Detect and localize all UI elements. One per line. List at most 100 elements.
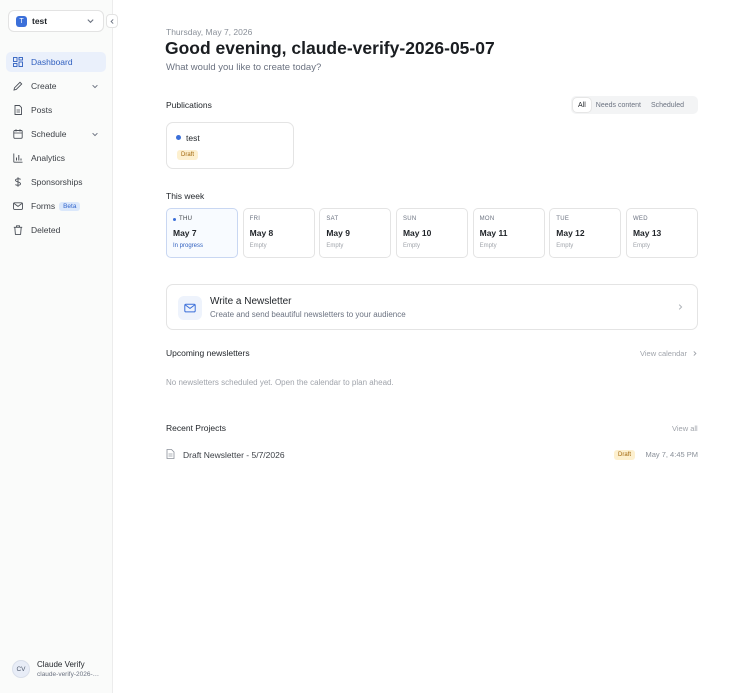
project-row[interactable]: Draft Newsletter - 5/7/2026 Draft May 7,… xyxy=(166,447,698,463)
view-calendar-label: View calendar xyxy=(640,349,687,358)
collapse-sidebar-button[interactable] xyxy=(106,14,118,28)
status-badge: Draft xyxy=(614,450,636,460)
sidebar-item-schedule[interactable]: Schedule xyxy=(6,124,106,144)
bar-chart-icon xyxy=(13,153,23,163)
chevron-down-icon xyxy=(92,132,98,137)
day-date: May 12 xyxy=(556,228,585,238)
filter-scheduled[interactable]: Scheduled xyxy=(646,98,689,112)
day-status: In progress xyxy=(173,243,204,249)
day-card[interactable]: TUE May 12 Empty xyxy=(549,208,622,258)
day-name: MON xyxy=(479,216,495,222)
day-status: Empty xyxy=(326,243,344,249)
day-name: TUE xyxy=(556,216,570,222)
project-name: Draft Newsletter - 5/7/2026 xyxy=(183,450,285,460)
page-subtitle: What would you like to create today? xyxy=(166,62,322,73)
write-newsletter-title: Write a Newsletter xyxy=(210,296,292,307)
chevron-right-icon xyxy=(693,351,697,356)
sidebar-item-label: Deleted xyxy=(31,225,61,235)
trash-icon xyxy=(13,225,23,235)
publication-card[interactable]: test Draft xyxy=(166,122,294,169)
recent-projects-title: Recent Projects xyxy=(166,423,226,433)
document-icon xyxy=(14,105,22,115)
day-status: Empty xyxy=(249,243,267,249)
user-email: claude-verify-2026-05-07 xyxy=(37,671,101,678)
day-status: Empty xyxy=(479,243,497,249)
write-newsletter-icon-box xyxy=(178,296,202,320)
day-card[interactable]: MON May 11 Empty xyxy=(472,208,545,258)
chevron-down-icon xyxy=(92,84,98,89)
document-icon xyxy=(166,449,175,459)
sidebar-item-label: Analytics xyxy=(31,153,66,163)
sidebar-item-label: Create xyxy=(31,81,57,91)
day-date: May 13 xyxy=(632,228,662,238)
chevron-right-icon xyxy=(678,304,683,310)
sidebar-item-create[interactable]: Create xyxy=(6,76,106,96)
day-name: THU xyxy=(179,216,193,222)
day-date: May 10 xyxy=(402,228,432,238)
sidebar-item-deleted[interactable]: Deleted xyxy=(6,220,106,240)
project-timestamp: May 7, 4:45 PM xyxy=(645,450,698,459)
view-calendar-link[interactable]: View calendar xyxy=(640,349,698,358)
workspace-switcher[interactable]: T test xyxy=(8,10,104,32)
day-date: May 9 xyxy=(326,228,350,238)
day-date: May 7 xyxy=(173,228,197,238)
sidebar-item-label: Forms xyxy=(31,201,56,211)
user-name: Claude Verify xyxy=(37,660,85,669)
day-date: May 11 xyxy=(479,228,508,238)
sidebar-item-forms[interactable]: Forms Beta xyxy=(6,196,106,216)
dashboard-icon xyxy=(13,57,23,67)
write-newsletter-description: Create and send beautiful newsletters to… xyxy=(210,310,406,319)
week-strip: THU May 7 In progress FRI May 8 Empty SA… xyxy=(166,208,698,258)
this-week-title: This week xyxy=(166,191,205,201)
write-newsletter-card[interactable]: Write a Newsletter Create and send beaut… xyxy=(166,284,698,330)
filter-all[interactable]: All xyxy=(573,98,591,112)
mail-icon xyxy=(184,303,196,313)
workspace-name: test xyxy=(32,16,48,26)
sidebar-item-label: Schedule xyxy=(31,129,67,139)
beta-badge: Beta xyxy=(59,201,81,211)
day-status: Empty xyxy=(556,243,574,249)
sidebar: T test Dashboard Create Posts Schedule A… xyxy=(0,0,118,693)
sidebar-item-dashboard[interactable]: Dashboard xyxy=(6,52,106,72)
view-all-link[interactable]: View all xyxy=(672,424,698,433)
workspace-badge: T xyxy=(16,15,27,27)
day-date: May 8 xyxy=(249,228,274,238)
chevron-down-icon xyxy=(87,19,94,24)
filter-needs-content[interactable]: Needs content xyxy=(591,98,646,112)
sidebar-nav: Dashboard Create Posts Schedule Analytic… xyxy=(6,52,106,244)
current-date: Thursday, May 7, 2026 xyxy=(166,27,253,37)
chevron-left-icon xyxy=(109,18,114,24)
day-name: FRI xyxy=(249,216,261,222)
page-title: Good evening, claude-verify-2026-05-07 xyxy=(165,38,495,58)
day-name: SAT xyxy=(326,216,339,222)
sidebar-item-sponsorships[interactable]: Sponsorships xyxy=(6,172,106,192)
sidebar-item-label: Posts xyxy=(31,105,53,115)
sidebar-item-label: Dashboard xyxy=(31,57,73,67)
user-profile[interactable]: CV Claude Verify claude-verify-2026-05-0… xyxy=(12,660,101,678)
day-card[interactable]: THU May 7 In progress xyxy=(166,208,238,258)
calendar-icon xyxy=(13,129,23,139)
day-card[interactable]: WED May 13 Empty xyxy=(625,208,698,258)
upcoming-title: Upcoming newsletters xyxy=(166,348,250,358)
publications-title: Publications xyxy=(166,100,212,110)
sidebar-item-analytics[interactable]: Analytics xyxy=(6,148,106,168)
day-card[interactable]: SUN May 10 Empty xyxy=(395,208,468,258)
day-name: WED xyxy=(632,216,648,222)
day-status: Empty xyxy=(632,243,650,249)
dollar-icon xyxy=(15,177,21,187)
day-card[interactable]: SAT May 9 Empty xyxy=(319,208,392,258)
sidebar-item-posts[interactable]: Posts xyxy=(6,100,106,120)
upcoming-empty-state: No newsletters scheduled yet. Open the c… xyxy=(166,378,394,387)
day-status: Empty xyxy=(402,243,420,249)
today-dot xyxy=(173,218,176,221)
status-badge: Draft xyxy=(177,150,199,160)
pen-icon xyxy=(13,81,23,91)
publication-filter: All Needs content Scheduled xyxy=(571,96,698,114)
publication-dot xyxy=(176,135,181,140)
day-name: SUN xyxy=(402,216,417,222)
avatar: CV xyxy=(12,660,30,678)
publication-name: test xyxy=(186,133,200,143)
sidebar-item-label: Sponsorships xyxy=(31,177,83,187)
day-card[interactable]: FRI May 8 Empty xyxy=(242,208,315,258)
mail-icon xyxy=(13,202,23,210)
